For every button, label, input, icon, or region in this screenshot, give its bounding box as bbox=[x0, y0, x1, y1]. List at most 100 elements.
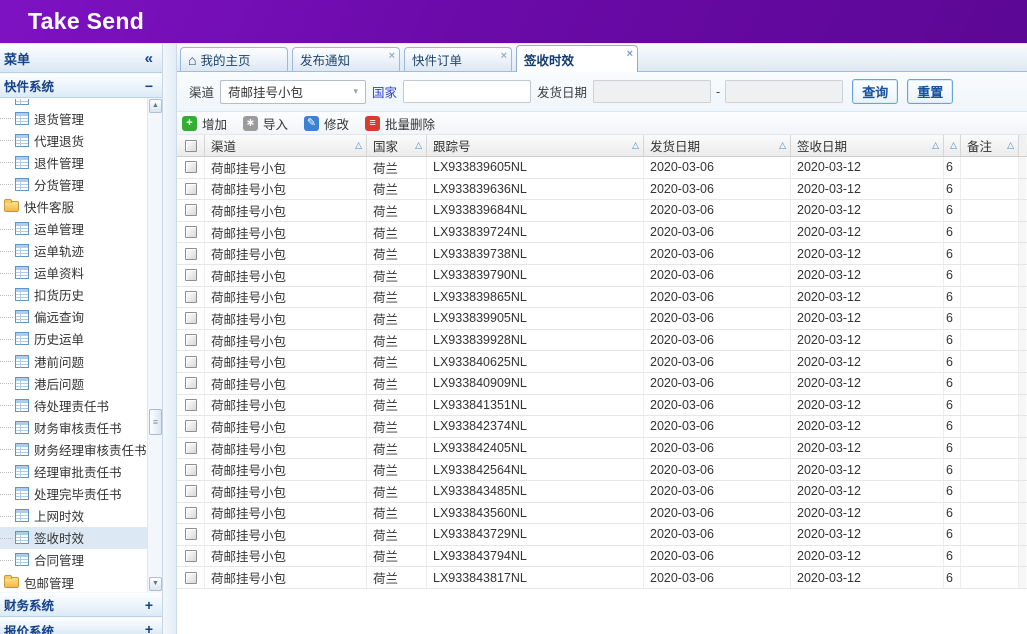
sidebar-item-历史运单[interactable]: 历史运单 bbox=[0, 328, 147, 350]
query-button[interactable]: 查询 bbox=[852, 79, 898, 104]
row-gutter bbox=[1019, 524, 1026, 545]
row-checkbox[interactable] bbox=[185, 269, 197, 281]
channel-select[interactable]: 荷邮挂号小包 ▾ bbox=[220, 80, 366, 104]
sidebar-item-偏远查询[interactable]: 偏远查询 bbox=[0, 306, 147, 328]
collapse-minus-icon[interactable]: − bbox=[145, 78, 153, 94]
sidebar-item-退货管理[interactable]: 退货管理 bbox=[0, 107, 147, 129]
date-to-input[interactable] bbox=[725, 80, 843, 103]
row-checkbox[interactable] bbox=[185, 507, 197, 519]
sidebar-item-合同管理[interactable]: 合同管理 bbox=[0, 549, 147, 571]
sidebar-item-运单管理[interactable]: 运单管理 bbox=[0, 217, 147, 239]
sidebar-item-退件管理[interactable]: 退件管理 bbox=[0, 151, 147, 173]
grid-icon bbox=[15, 156, 29, 169]
row-checkbox[interactable] bbox=[185, 377, 197, 389]
column-label: 渠道 bbox=[211, 136, 236, 155]
collapse-sidebar-icon[interactable]: « bbox=[145, 50, 153, 67]
row-checkbox[interactable] bbox=[185, 183, 197, 195]
scrollbar-thumb[interactable]: ≡ bbox=[149, 409, 162, 435]
tab-我的主页[interactable]: ⌂我的主页 bbox=[180, 47, 288, 71]
cell-channel: 荷邮挂号小包 bbox=[205, 546, 367, 567]
sidebar-section-finance[interactable]: 财务系统 + bbox=[0, 592, 162, 617]
row-checkbox[interactable] bbox=[185, 464, 197, 476]
row-checkbox[interactable] bbox=[185, 485, 197, 497]
row-checkbox[interactable] bbox=[185, 550, 197, 562]
sort-icon[interactable]: △ bbox=[415, 140, 422, 151]
row-checkbox[interactable] bbox=[185, 334, 197, 346]
scroll-up-icon[interactable]: ▲ bbox=[149, 99, 162, 113]
row-checkbox[interactable] bbox=[185, 312, 197, 324]
reset-button[interactable]: 重置 bbox=[907, 79, 953, 104]
sort-icon[interactable]: △ bbox=[932, 140, 939, 151]
sidebar-item-上网时效[interactable]: 上网时效 bbox=[0, 505, 147, 527]
sort-icon[interactable]: △ bbox=[355, 140, 362, 151]
column-header-country[interactable]: 国家△ bbox=[367, 135, 427, 156]
sidebar-item-代理退货[interactable]: 代理退货 bbox=[0, 129, 147, 151]
cell-ship_date: 2020-03-06 bbox=[644, 395, 791, 416]
row-checkbox[interactable] bbox=[185, 528, 197, 540]
sidebar-item-经理审批责任书[interactable]: 经理审批责任书 bbox=[0, 461, 147, 483]
row-checkbox[interactable] bbox=[185, 291, 197, 303]
修改-button[interactable]: ✎修改 bbox=[304, 114, 349, 133]
sidebar-item-运单资料[interactable]: 运单资料 bbox=[0, 262, 147, 284]
sidebar-item-处理完毕责任书[interactable]: 处理完毕责任书 bbox=[0, 483, 147, 505]
row-checkbox[interactable] bbox=[185, 420, 197, 432]
sidebar-section-express[interactable]: 快件系统 − bbox=[0, 73, 162, 98]
tab-签收时效[interactable]: 签收时效× bbox=[516, 45, 638, 72]
row-checkbox[interactable] bbox=[185, 161, 197, 173]
close-icon[interactable]: × bbox=[627, 48, 633, 60]
column-header-remark[interactable]: 备注△ bbox=[961, 135, 1019, 156]
cell-tracking_no: LX933843560NL bbox=[427, 503, 644, 524]
sidebar-item[interactable] bbox=[0, 99, 147, 107]
country-input[interactable] bbox=[403, 80, 531, 103]
tab-快件订单[interactable]: 快件订单× bbox=[404, 47, 512, 71]
scroll-down-icon[interactable]: ▼ bbox=[149, 577, 162, 591]
sort-icon[interactable]: △ bbox=[779, 140, 786, 151]
tab-发布通知[interactable]: 发布通知× bbox=[292, 47, 400, 71]
select-all-checkbox[interactable] bbox=[185, 140, 197, 152]
close-icon[interactable]: × bbox=[389, 50, 395, 62]
sidebar-item-运单轨迹[interactable]: 运单轨迹 bbox=[0, 240, 147, 262]
grid-icon bbox=[15, 355, 29, 368]
sidebar-item-待处理责任书[interactable]: 待处理责任书 bbox=[0, 394, 147, 416]
sidebar-item-财务审核责任书[interactable]: 财务审核责任书 bbox=[0, 416, 147, 438]
sidebar-item-港后问题[interactable]: 港后问题 bbox=[0, 372, 147, 394]
close-icon[interactable]: × bbox=[501, 50, 507, 62]
column-header-tracking_no[interactable]: 跟踪号△ bbox=[427, 135, 644, 156]
row-checkbox[interactable] bbox=[185, 248, 197, 260]
sort-icon[interactable]: △ bbox=[632, 140, 639, 151]
sidebar-item-包邮管理[interactable]: 包邮管理 bbox=[0, 571, 147, 592]
date-from-input[interactable] bbox=[593, 80, 711, 103]
sort-icon[interactable]: △ bbox=[1007, 140, 1014, 151]
sidebar-item-签收时效[interactable]: 签收时效 bbox=[0, 527, 147, 549]
expand-plus-icon[interactable]: + bbox=[145, 621, 153, 634]
column-header-days[interactable]: △ bbox=[944, 135, 961, 156]
row-gutter bbox=[1019, 330, 1026, 351]
cell-days: 6 bbox=[944, 243, 961, 264]
column-header-ship_date[interactable]: 发货日期△ bbox=[644, 135, 791, 156]
sidebar-item-分货管理[interactable]: 分货管理 bbox=[0, 173, 147, 195]
column-header-sign_date[interactable]: 签收日期△ bbox=[791, 135, 944, 156]
sidebar-splitter[interactable] bbox=[163, 44, 177, 634]
row-checkbox[interactable] bbox=[185, 204, 197, 216]
row-checkbox[interactable] bbox=[185, 572, 197, 584]
expand-plus-icon[interactable]: + bbox=[145, 597, 153, 613]
增加-button[interactable]: +增加 bbox=[182, 114, 227, 133]
sidebar-item-港前问题[interactable]: 港前问题 bbox=[0, 350, 147, 372]
column-header-channel[interactable]: 渠道 △ bbox=[205, 135, 367, 156]
row-checkbox[interactable] bbox=[185, 226, 197, 238]
sidebar-item-扣货历史[interactable]: 扣货历史 bbox=[0, 284, 147, 306]
批量删除-button[interactable]: ≡批量删除 bbox=[365, 114, 435, 133]
row-checkbox[interactable] bbox=[185, 356, 197, 368]
cell-ship_date: 2020-03-06 bbox=[644, 459, 791, 480]
row-checkbox[interactable] bbox=[185, 442, 197, 454]
sort-icon[interactable]: △ bbox=[950, 140, 957, 151]
row-checkbox[interactable] bbox=[185, 399, 197, 411]
导入-button[interactable]: ∗导入 bbox=[243, 114, 288, 133]
sidebar-scrollbar[interactable]: ▲ ≡ ▼ bbox=[147, 98, 162, 592]
sidebar-item-快件客服[interactable]: 快件客服 bbox=[0, 195, 147, 217]
sidebar-section-quotation[interactable]: 报价系统 + bbox=[0, 617, 162, 634]
grid-icon bbox=[15, 487, 29, 500]
sidebar-item-label: 港前问题 bbox=[34, 352, 84, 371]
sidebar-item-财务经理审核责任书[interactable]: 财务经理审核责任书 bbox=[0, 438, 147, 460]
cell-country: 荷兰 bbox=[367, 243, 427, 264]
